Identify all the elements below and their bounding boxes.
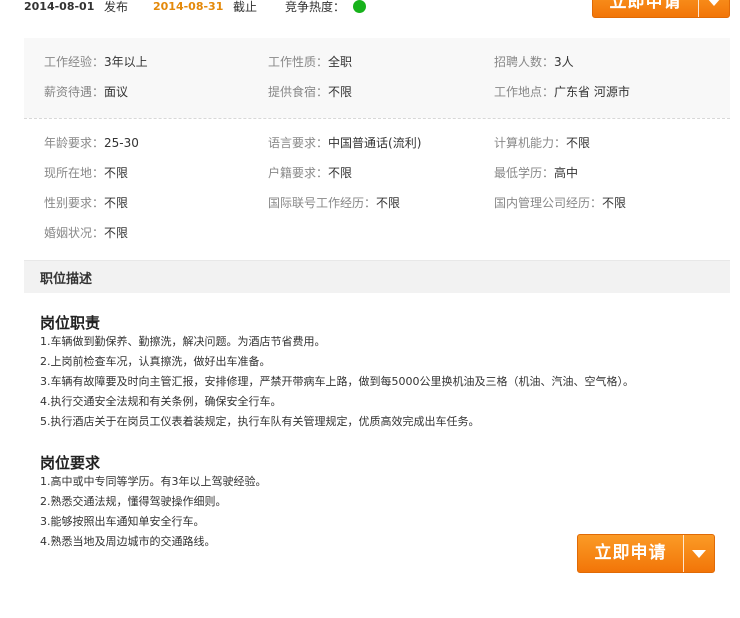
- board-lodging: 提供食宿：不限: [268, 85, 353, 99]
- marital-status: 婚姻状况：不限: [44, 226, 129, 240]
- apply-now-button-bottom[interactable]: 立即申请: [577, 534, 715, 573]
- info-row: 婚姻状况：不限: [24, 224, 730, 242]
- language-requirement: 语言要求：中国普通话(流利): [268, 136, 422, 150]
- apply-now-label: 立即申请: [594, 543, 667, 563]
- requirements-block: 岗位要求 1.高中或中专同等学历。有3年以上驾驶经验。 2.熟悉交通法规，懂得驾…: [40, 454, 267, 552]
- section-title: 职位描述: [40, 272, 93, 287]
- list-item: 4.执行交通安全法规和有关条例，确保安全行车。: [40, 395, 282, 408]
- publish-date: 2014-08-01: [24, 0, 95, 13]
- requirements-heading: 岗位要求: [40, 454, 101, 472]
- salary: 薪资待遇：面议: [44, 85, 129, 99]
- headcount: 招聘人数：3人: [494, 55, 574, 69]
- button-divider: [698, 0, 699, 17]
- chevron-down-icon: [707, 0, 721, 6]
- competition-heat-label: 竞争热度：: [285, 0, 346, 14]
- duties-list: 1.车辆做到勤保养、勤擦洗，解决问题。为酒店节省费用。 2.上岗前检查车况，认真…: [40, 332, 634, 432]
- current-location: 现所在地：不限: [44, 166, 129, 180]
- list-item: 1.车辆做到勤保养、勤擦洗，解决问题。为酒店节省费用。: [40, 335, 326, 348]
- computer-skill: 计算机能力：不限: [494, 136, 591, 150]
- gender-requirement: 性别要求：不限: [44, 196, 129, 210]
- age-requirement: 年龄要求：25-30: [44, 136, 139, 150]
- requirements-list: 1.高中或中专同等学历。有3年以上驾驶经验。 2.熟悉交通法规，懂得驾驶操作细则…: [40, 472, 267, 552]
- deadline-date: 2014-08-31: [153, 0, 224, 13]
- deadline-label: 截止: [233, 0, 258, 14]
- divider: [24, 118, 730, 119]
- basic-info-panel: 工作经验：3年以上 工作性质：全职 招聘人数：3人 薪资待遇：面议 提供食宿：不…: [24, 38, 730, 118]
- info-row: 现所在地：不限 户籍要求：不限 最低学历：高中: [24, 164, 730, 182]
- list-item: 3.能够按照出车通知单安全行车。: [40, 515, 205, 528]
- list-item: 5.执行酒店关于在岗员工仪表着装规定，执行车队有关管理规定，优质高效完成出车任务…: [40, 415, 480, 428]
- international-chain-experience: 国际联号工作经历：不限: [268, 196, 401, 210]
- minimum-education: 最低学历：高中: [494, 166, 579, 180]
- competition-heat-indicator-icon: [353, 0, 366, 13]
- info-row: 性别要求：不限 国际联号工作经历：不限 国内管理公司经历：不限: [24, 194, 730, 212]
- list-item: 4.熟悉当地及周边城市的交通路线。: [40, 535, 216, 548]
- chevron-down-icon: [692, 549, 706, 558]
- apply-dropdown-toggle[interactable]: [699, 0, 729, 17]
- info-row: 年龄要求：25-30 语言要求：中国普通话(流利) 计算机能力：不限: [24, 134, 730, 152]
- button-divider: [683, 535, 684, 572]
- info-row: 薪资待遇：面议 提供食宿：不限 工作地点：广东省 河源市: [24, 83, 730, 101]
- publish-label: 发布: [104, 0, 129, 14]
- apply-now-label: 立即申请: [609, 0, 682, 12]
- apply-dropdown-toggle[interactable]: [684, 535, 714, 572]
- list-item: 1.高中或中专同等学历。有3年以上驾驶经验。: [40, 475, 267, 488]
- list-item: 2.熟悉交通法规，懂得驾驶操作细则。: [40, 495, 227, 508]
- duties-heading: 岗位职责: [40, 314, 101, 332]
- household-registration: 户籍要求：不限: [268, 166, 353, 180]
- job-type: 工作性质：全职: [268, 55, 353, 69]
- duties-block: 岗位职责 1.车辆做到勤保养、勤擦洗，解决问题。为酒店节省费用。 2.上岗前检查…: [40, 314, 634, 432]
- work-experience: 工作经验：3年以上: [44, 55, 148, 69]
- apply-now-button-top[interactable]: 立即申请: [592, 0, 730, 18]
- list-item: 3.车辆有故障要及时向主管汇报，安排修理，严禁开带病车上路，做到每5000公里换…: [40, 375, 634, 388]
- info-row: 工作经验：3年以上 工作性质：全职 招聘人数：3人: [24, 53, 730, 71]
- job-description-header: 职位描述: [24, 260, 730, 293]
- list-item: 2.上岗前检查车况，认真擦洗，做好出车准备。: [40, 355, 271, 368]
- work-location: 工作地点：广东省 河源市: [494, 85, 630, 99]
- domestic-management-experience: 国内管理公司经历：不限: [494, 196, 627, 210]
